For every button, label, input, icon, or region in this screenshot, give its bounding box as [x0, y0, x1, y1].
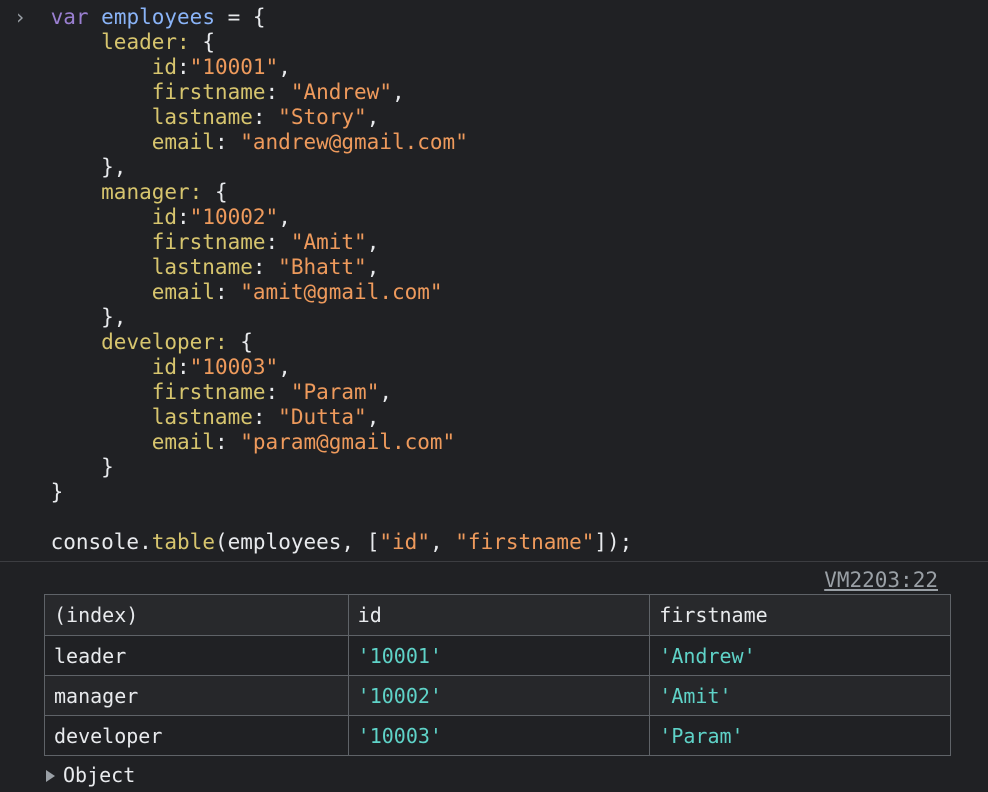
- source-link[interactable]: VM2203:22: [824, 568, 938, 592]
- prompt-chevron-icon: ›: [14, 5, 27, 29]
- field-key: id: [151, 205, 178, 229]
- field-value: param@gmail.com: [252, 430, 443, 454]
- field-key: lastname: [151, 105, 253, 129]
- code-line-close: },: [0, 155, 127, 179]
- code-line-field: email: "andrew@gmail.com": [151, 130, 468, 154]
- code-line-field: email: "amit@gmail.com": [151, 280, 443, 304]
- entry-key: manager: [101, 180, 190, 204]
- code-line-field: lastname: "Bhatt",: [151, 255, 380, 279]
- code-line-entry-key: leader: {: [101, 30, 215, 54]
- field-value: Amit: [303, 230, 355, 254]
- code-line-close: },: [0, 305, 127, 329]
- field-value: Bhatt: [290, 255, 355, 279]
- code-line-field: firstname: "Andrew",: [151, 80, 405, 104]
- field-key: firstname: [151, 80, 266, 104]
- field-value: Andrew: [303, 80, 380, 104]
- keyword-var: var: [50, 5, 89, 29]
- code-line-field: lastname: "Dutta",: [151, 405, 380, 429]
- firstname-cell: 'Amit': [649, 675, 951, 716]
- field-value: 10001: [202, 55, 266, 79]
- code-line-declaration: › var employees = {: [14, 5, 266, 29]
- column-header-id[interactable]: id: [347, 594, 651, 636]
- variable-name: employees: [101, 5, 215, 29]
- table-row: manager '10002' 'Amit': [44, 675, 951, 716]
- field-value: 10002: [202, 205, 266, 229]
- object-label: Object: [63, 763, 136, 787]
- console-input-code: › var employees = { leader: { id:"10001"…: [0, 5, 988, 555]
- row-index-cell: leader: [44, 635, 349, 676]
- code-line-field: lastname: "Story",: [151, 105, 380, 129]
- firstname-cell: 'Param': [649, 715, 951, 756]
- code-line-field: firstname: "Param",: [151, 380, 392, 404]
- call-arg: employees: [227, 530, 342, 554]
- field-key: id: [151, 355, 178, 379]
- field-key: firstname: [151, 230, 266, 254]
- code-line-close: }: [0, 480, 64, 504]
- code-line-field: id:"10002",: [151, 205, 291, 229]
- field-value: Story: [290, 105, 355, 129]
- entry-key: developer: [101, 330, 215, 354]
- console-divider: [0, 561, 988, 562]
- field-value: andrew@gmail.com: [252, 130, 456, 154]
- field-value: amit@gmail.com: [252, 280, 430, 304]
- entry-key: leader: [101, 30, 178, 54]
- object-expander[interactable]: Object: [46, 763, 135, 788]
- firstname-cell: 'Andrew': [649, 635, 951, 676]
- call-column-arg: firstname: [467, 530, 582, 554]
- column-header-firstname[interactable]: firstname: [649, 594, 951, 636]
- row-index-cell: developer: [44, 715, 349, 756]
- call-column-arg: id: [392, 530, 418, 554]
- expand-triangle-icon[interactable]: [46, 769, 55, 782]
- field-key: id: [151, 55, 178, 79]
- table-header-row: (index) id firstname: [44, 594, 951, 636]
- field-key: email: [151, 430, 215, 454]
- code-line-entry-key: developer: {: [101, 330, 253, 354]
- row-index-cell: manager: [44, 675, 349, 716]
- code-line-field: id:"10001",: [151, 55, 291, 79]
- code-line-field: id:"10003",: [151, 355, 291, 379]
- field-key: email: [151, 130, 215, 154]
- field-key: lastname: [151, 255, 253, 279]
- field-value: Dutta: [290, 405, 355, 429]
- column-header-index[interactable]: (index): [44, 594, 349, 636]
- code-line-field: email: "param@gmail.com": [151, 430, 456, 454]
- id-cell: '10002': [347, 675, 651, 716]
- console-table: (index) id firstname leader '10001' 'And…: [44, 594, 951, 756]
- field-key: email: [151, 280, 215, 304]
- field-key: firstname: [151, 380, 266, 404]
- code-line-entry-key: manager: {: [101, 180, 228, 204]
- code-line-field: firstname: "Amit",: [151, 230, 380, 254]
- field-value: Param: [303, 380, 367, 404]
- code-line-call: console.table(employees, ["id", "firstna…: [50, 530, 633, 554]
- code-line-close: }: [0, 455, 114, 479]
- field-key: lastname: [151, 405, 253, 429]
- id-cell: '10001': [347, 635, 651, 676]
- call-object: console: [50, 530, 140, 554]
- table-row: developer '10003' 'Param': [44, 715, 951, 756]
- field-value: 10003: [202, 355, 266, 379]
- table-row: leader '10001' 'Andrew': [44, 635, 951, 676]
- id-cell: '10003': [347, 715, 651, 756]
- call-method: table: [151, 530, 215, 554]
